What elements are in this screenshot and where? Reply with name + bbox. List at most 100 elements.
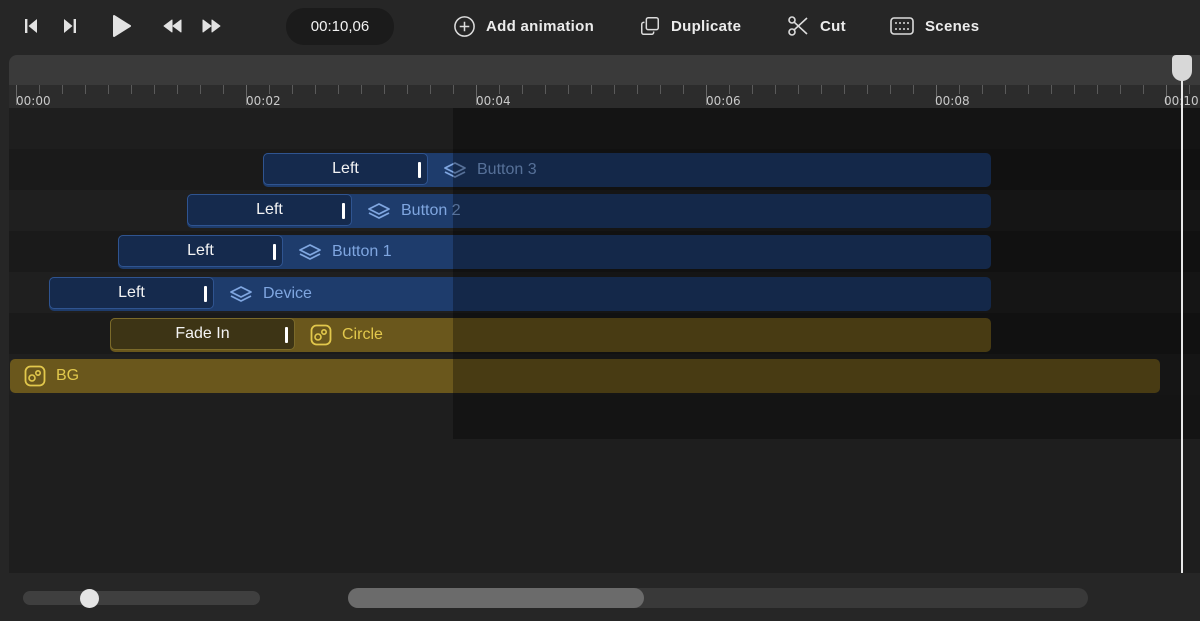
play-button[interactable] [108, 10, 134, 42]
rewind-icon [163, 19, 182, 33]
animation-label: Left [256, 201, 283, 218]
horizontal-scrollbar-thumb[interactable] [348, 588, 644, 608]
ruler-minor-tick [591, 85, 592, 94]
ruler-minor-tick [154, 85, 155, 94]
clip-name: Circle [342, 326, 383, 343]
clip-name: Button 3 [477, 161, 537, 178]
clip-name: Device [263, 285, 312, 302]
clip-button-2[interactable]: Left Button 2 [187, 194, 991, 228]
skip-to-end-button[interactable] [59, 10, 81, 42]
ruler-label: 00:02 [246, 94, 281, 108]
ruler-minor-tick [522, 85, 523, 94]
plus-circle-icon [454, 15, 475, 37]
ruler-minor-tick [568, 85, 569, 94]
ruler-minor-tick [85, 85, 86, 94]
ruler-minor-tick [660, 85, 661, 94]
playhead-handle[interactable] [1172, 55, 1192, 81]
ruler-minor-tick [1074, 85, 1075, 94]
ruler-minor-tick [637, 85, 638, 94]
ruler-label: 00:04 [476, 94, 511, 108]
animation-resize-handle[interactable] [285, 327, 288, 343]
animation-segment[interactable]: Left [263, 153, 428, 185]
layers-icon [299, 244, 321, 260]
clip-button-1[interactable]: Left Button 1 [118, 235, 991, 269]
ruler-minor-tick [453, 85, 454, 94]
animation-segment[interactable]: Left [187, 194, 352, 226]
toolbar: 00:10,06 Add animation Duplicate Cut Sce… [0, 0, 1200, 52]
animation-label: Left [187, 242, 214, 259]
clip-label: Device [229, 285, 312, 303]
animation-label: Left [332, 160, 359, 177]
ruler-minor-tick [131, 85, 132, 94]
duplicate-label: Duplicate [671, 17, 742, 35]
playhead-line [1181, 78, 1183, 573]
duplicate-button[interactable]: Duplicate [639, 12, 741, 40]
animation-segment[interactable]: Fade In [110, 318, 295, 350]
skip-to-end-icon [64, 19, 76, 33]
add-animation-button[interactable]: Add animation [453, 12, 594, 40]
layers-icon [230, 286, 252, 302]
animation-segment[interactable]: Left [49, 277, 214, 309]
ruler-minor-tick [315, 85, 316, 94]
clip-name: BG [56, 367, 80, 384]
scissors-icon [788, 16, 808, 36]
layers-icon [368, 203, 390, 219]
timecode-display[interactable]: 00:10,06 [286, 8, 394, 45]
ruler-minor-tick [62, 85, 63, 94]
clip-name: Button 1 [332, 243, 392, 260]
ruler-minor-tick [384, 85, 385, 94]
clip-device[interactable]: Left Device [49, 277, 991, 311]
clip-label: Button 3 [443, 161, 537, 179]
clip-bg[interactable]: BG [10, 359, 1160, 393]
ruler-minor-tick [1028, 85, 1029, 94]
clip-label: BG [24, 365, 79, 387]
ruler-minor-tick [867, 85, 868, 94]
ruler-minor-tick [982, 85, 983, 94]
ruler-minor-tick [177, 85, 178, 94]
animation-label: Fade In [175, 325, 230, 342]
ruler-minor-tick [407, 85, 408, 94]
layers-icon [444, 162, 466, 178]
scenes-icon [890, 17, 914, 35]
animation-resize-handle[interactable] [273, 244, 276, 260]
clip-name: Button 2 [401, 202, 461, 219]
cut-label: Cut [820, 17, 846, 35]
ruler-minor-tick [683, 85, 684, 94]
ruler-minor-tick [752, 85, 753, 94]
ruler-minor-tick [338, 85, 339, 94]
clip-circle[interactable]: Fade In Circle [110, 318, 991, 352]
zoom-slider-knob[interactable] [80, 589, 99, 608]
scenes-button[interactable]: Scenes [889, 12, 979, 40]
animation-resize-handle[interactable] [342, 203, 345, 219]
animation-segment[interactable]: Left [118, 235, 283, 267]
scenes-label: Scenes [925, 17, 980, 35]
ruler-minor-tick [798, 85, 799, 94]
ruler-minor-tick [361, 85, 362, 94]
fast-forward-button[interactable] [199, 10, 225, 42]
ruler-minor-tick [729, 85, 730, 94]
ruler-minor-tick [959, 85, 960, 94]
ruler-minor-tick [108, 85, 109, 94]
ruler-minor-tick [775, 85, 776, 94]
zoom-slider[interactable] [23, 591, 260, 605]
clip-label: Button 2 [367, 202, 461, 220]
clip-button-3[interactable]: Left Button 3 [263, 153, 991, 187]
ruler-minor-tick [1097, 85, 1098, 94]
ruler-minor-tick [844, 85, 845, 94]
skip-to-start-button[interactable] [20, 10, 42, 42]
ruler-minor-tick [499, 85, 500, 94]
ruler-tick-band [9, 85, 1200, 108]
shape-icon [24, 365, 46, 387]
skip-to-start-icon [25, 19, 37, 33]
animation-resize-handle[interactable] [204, 286, 207, 302]
ruler-minor-tick [39, 85, 40, 94]
cut-button[interactable]: Cut [786, 12, 846, 40]
shape-icon [310, 324, 332, 346]
ruler-minor-tick [614, 85, 615, 94]
rewind-button[interactable] [159, 10, 185, 42]
animation-label: Left [118, 284, 145, 301]
ruler-minor-tick [1120, 85, 1121, 94]
ruler-minor-tick [223, 85, 224, 94]
ruler-minor-tick [545, 85, 546, 94]
animation-resize-handle[interactable] [418, 162, 421, 178]
